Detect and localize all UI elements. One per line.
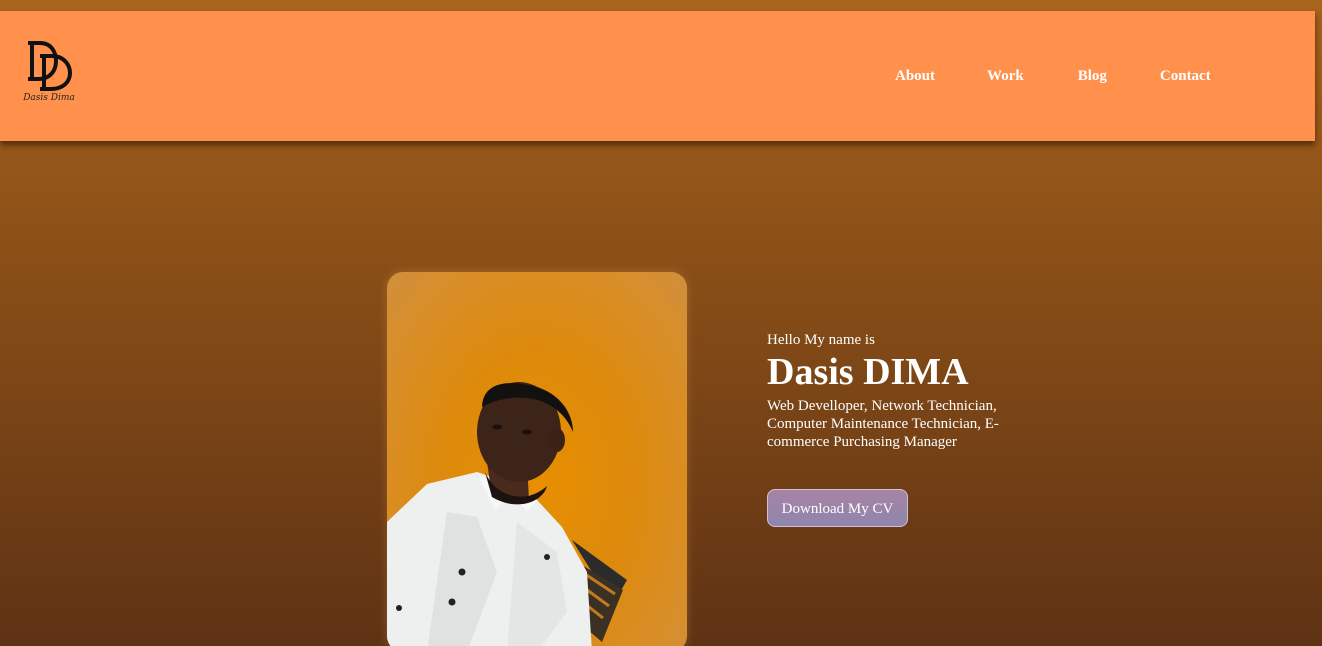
site-logo[interactable]: Dasis Dima: [18, 39, 80, 103]
greeting-text: Hello My name is: [767, 332, 875, 348]
top-strip: [0, 0, 1322, 11]
roles-text: Web Develloper, Network Technician, Comp…: [767, 398, 999, 450]
nav-about-link[interactable]: About: [895, 66, 935, 86]
person-portrait-icon: [387, 382, 627, 646]
site-header: Dasis Dima About Work Blog Contact: [0, 11, 1315, 141]
hero-name: Dasis DIMA: [767, 351, 969, 393]
nav-work-link[interactable]: Work: [987, 66, 1024, 86]
nav-blog-link[interactable]: Blog: [1078, 66, 1107, 86]
main-nav: About Work Blog Contact: [895, 66, 1211, 86]
download-cv-button[interactable]: Download My CV: [767, 489, 908, 527]
hero-intro: Hello My name is Dasis DIMA Web Devellop…: [767, 331, 1027, 451]
profile-photo: [387, 272, 687, 646]
logo-script-text: Dasis Dima: [22, 93, 75, 103]
nav-contact-link[interactable]: Contact: [1160, 66, 1211, 86]
dd-monogram-icon: Dasis Dima: [22, 41, 75, 103]
